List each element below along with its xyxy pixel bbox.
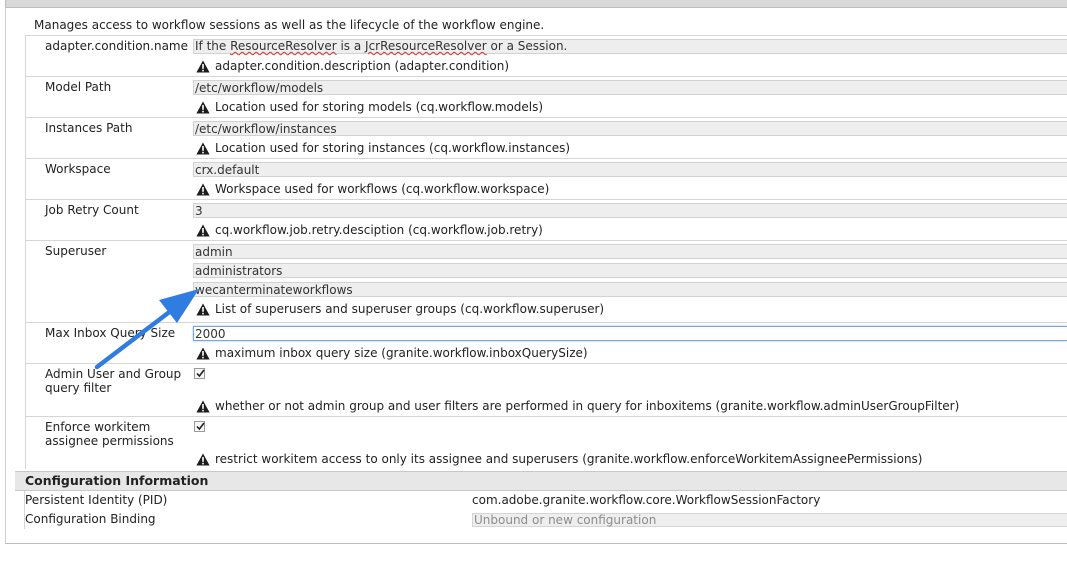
property-label: Max Inbox Query Size [45,326,176,340]
property-label: Instances Path [45,121,133,135]
property-label: Model Path [45,80,112,94]
spellcheck-word: JcrResourceResolver [365,39,487,53]
help-text: Location used for storing instances (cq.… [215,141,571,155]
admin-user-group-filter-checkbox[interactable] [194,368,205,379]
window-top-bar [5,0,1067,8]
model-path-input[interactable] [193,80,1067,95]
property-label: Job Retry Count [45,203,139,217]
configuration-information-section: Configuration Information Persistent Ide… [15,471,1067,529]
help-text: List of superusers and superuser groups … [215,302,605,316]
checkmark-icon [196,369,205,378]
property-label: Workspace [45,162,111,176]
help-text: whether or not admin group and user filt… [215,399,960,413]
property-row-superuser: Superuser List of superusers and superus… [25,240,1067,322]
property-help: adapter.condition.description (adapter.c… [196,58,1067,74]
superuser-input-1[interactable] [193,244,1067,259]
pid-label: Persistent Identity (PID) [25,493,168,507]
property-help: List of superusers and superuser groups … [196,301,1067,317]
help-text: restrict workitem access to only its ass… [215,452,923,466]
property-row-model-path: Model Path Location used for storing mod… [25,76,1067,117]
help-text: cq.workflow.job.retry.desciption (cq.wor… [215,223,543,237]
property-row-instances-path: Instances Path Location used for storing… [25,117,1067,158]
superuser-input-2[interactable] [193,263,1067,278]
help-text: Workspace used for workflows (cq.workflo… [215,182,550,196]
pid-value: com.adobe.granite.workflow.core.Workflow… [472,493,821,507]
warning-triangle-icon [196,101,210,113]
property-help: whether or not admin group and user filt… [196,398,1067,414]
spellcheck-word: ResourceResolver [230,39,337,53]
instances-path-input[interactable] [193,121,1067,136]
property-row-enforce-workitem-assignee-permissions: Enforce workitem assignee permissions re… [25,416,1067,469]
properties-table: adapter.condition.name If the ResourceRe… [25,35,1067,469]
workspace-input[interactable] [193,162,1067,177]
property-help: Location used for storing instances (cq.… [196,140,1067,156]
superuser-input-3[interactable] [193,282,1067,297]
panel-left-border [5,8,6,544]
panel-bottom-border [5,543,1067,544]
value-text-1: If the ResourceResolver is a JcrResource… [195,39,568,53]
component-description: Manages access to workflow sessions as w… [34,18,545,32]
warning-triangle-icon [196,303,210,315]
property-row-workspace: Workspace Workspace used for workflows (… [25,158,1067,199]
property-label: Superuser [45,244,107,258]
warning-triangle-icon [196,183,210,195]
warning-triangle-icon [196,224,210,236]
help-text: adapter.condition.description (adapter.c… [215,59,510,73]
warning-triangle-icon [196,400,210,412]
configuration-information-heading: Configuration Information [15,471,1067,491]
help-text: maximum inbox query size (granite.workfl… [215,346,588,360]
property-row-max-inbox-query-size: Max Inbox Query Size maximum inbox query… [25,322,1067,363]
config-row-pid: Persistent Identity (PID) com.adobe.gran… [24,491,1067,510]
binding-label: Configuration Binding [25,512,156,526]
property-help: Location used for storing models (cq.wor… [196,99,1067,115]
property-help: restrict workitem access to only its ass… [196,451,1067,467]
warning-triangle-icon [196,347,210,359]
config-row-binding: Configuration Binding Unbound or new con… [24,510,1067,529]
property-help: cq.workflow.job.retry.desciption (cq.wor… [196,222,1067,238]
help-text: Location used for storing models (cq.wor… [215,100,544,114]
adapter-condition-name-input[interactable]: If the ResourceResolver is a JcrResource… [193,39,1067,54]
max-inbox-query-size-input[interactable] [193,326,1067,341]
checkmark-icon [196,422,205,431]
configuration-binding-field: Unbound or new configuration [472,513,1067,527]
property-label: Enforce workitem assignee permissions [45,420,174,448]
property-help: maximum inbox query size (granite.workfl… [196,345,1067,361]
enforce-workitem-assignee-permissions-checkbox[interactable] [194,421,205,432]
property-label: Admin User and Group query filter [45,367,182,395]
property-label: adapter.condition.name [45,39,189,53]
job-retry-count-input[interactable] [193,203,1067,218]
warning-triangle-icon [196,453,210,465]
warning-triangle-icon [196,60,210,72]
property-row-admin-user-group-filter: Admin User and Group query filter whethe… [25,363,1067,416]
property-row-job-retry-count: Job Retry Count cq.workflow.job.retry.de… [25,199,1067,240]
property-row-adapter-condition-name: adapter.condition.name If the ResourceRe… [25,35,1067,76]
warning-triangle-icon [196,142,210,154]
property-help: Workspace used for workflows (cq.workflo… [196,181,1067,197]
